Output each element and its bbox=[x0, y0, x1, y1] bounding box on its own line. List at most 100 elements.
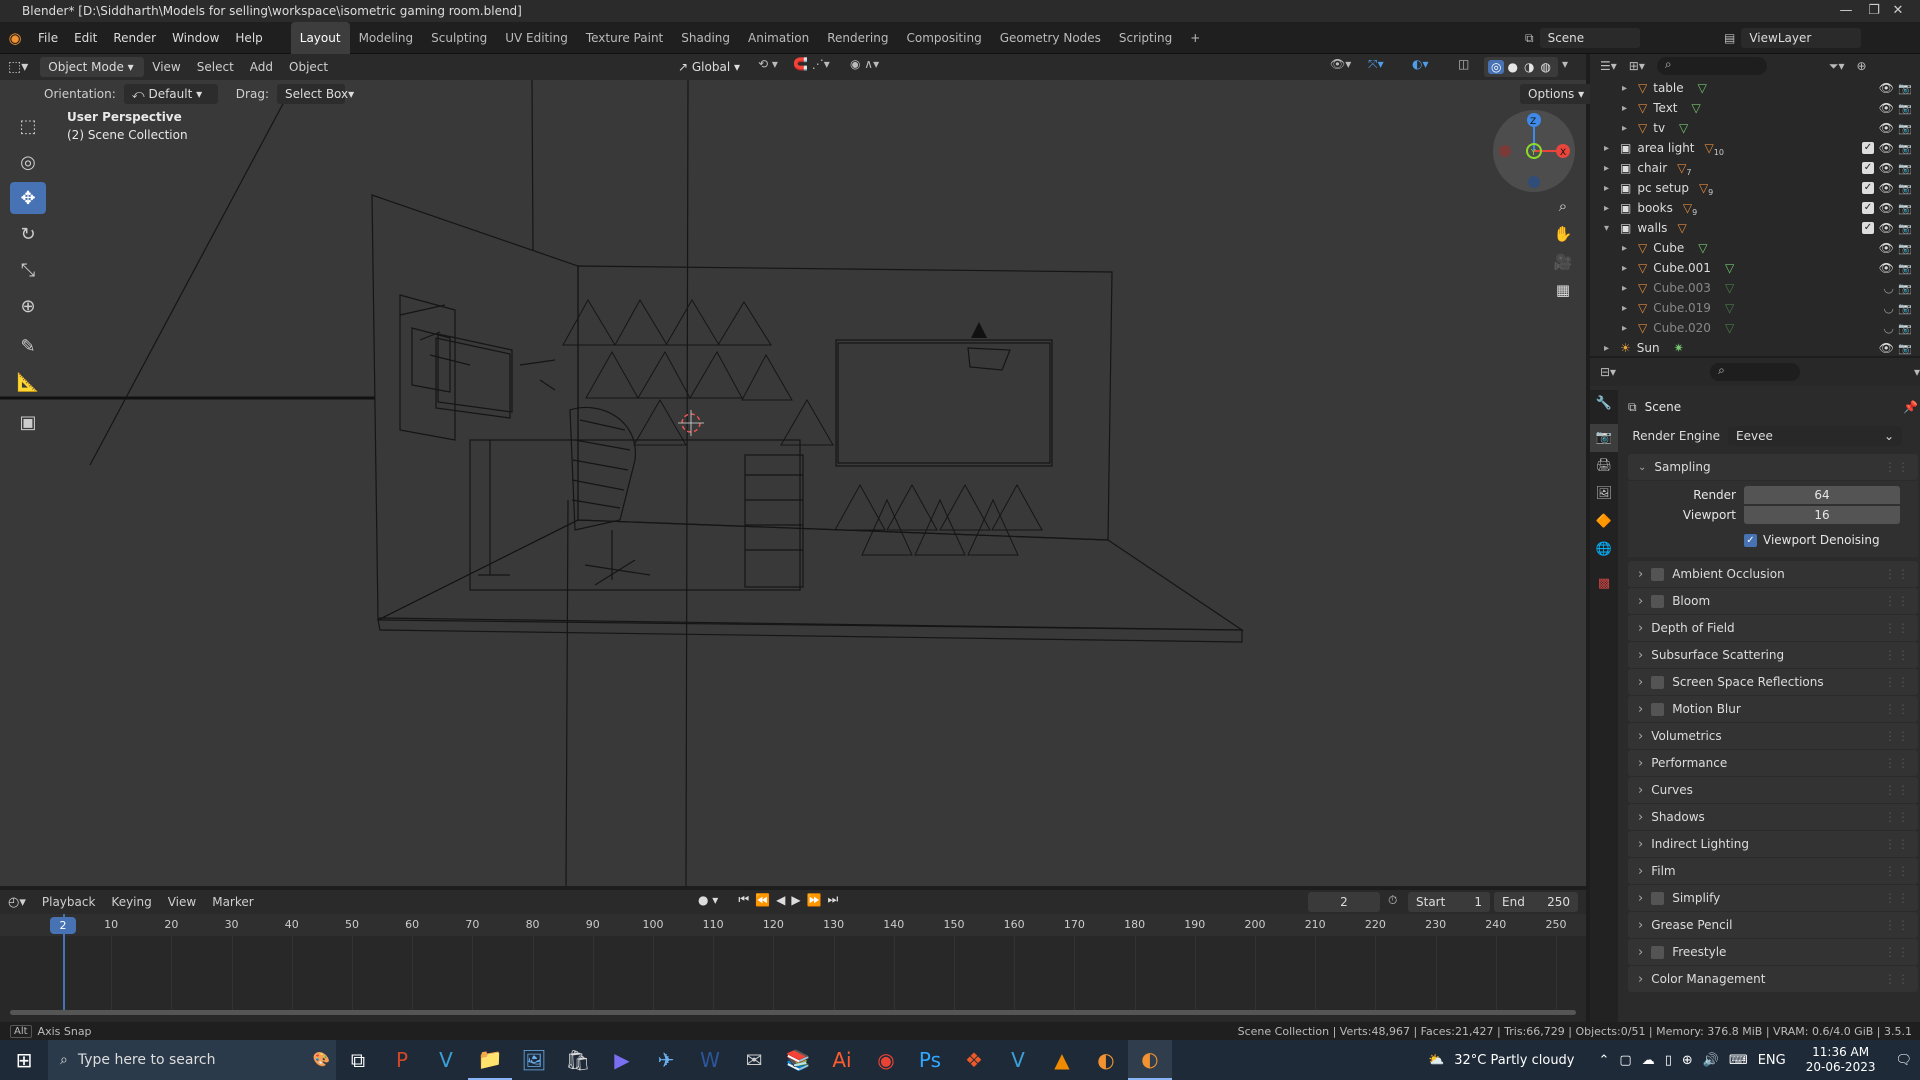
outliner-row[interactable]: ▸ ▣ chair ▽ 7 ✓ 👁 📷 bbox=[1590, 158, 1920, 178]
drag-grip-icon[interactable]: ⋮⋮ bbox=[1884, 972, 1910, 986]
xray-icon[interactable]: ◫ bbox=[1458, 57, 1469, 71]
tab-modeling[interactable]: Modeling bbox=[350, 22, 423, 54]
vectary-icon[interactable]: V bbox=[424, 1040, 468, 1080]
render-camera-icon[interactable]: 📷 bbox=[1898, 162, 1912, 175]
chevron-right-icon[interactable]: ▸ bbox=[1622, 243, 1632, 254]
properties-editor-icon[interactable]: ⊟▾ bbox=[1600, 365, 1616, 379]
chevron-right-icon[interactable]: ▸ bbox=[1604, 143, 1614, 154]
tab-uv-editing[interactable]: UV Editing bbox=[496, 22, 577, 54]
menu-edit[interactable]: Edit bbox=[66, 22, 105, 54]
filter-icon[interactable]: ⏷▾ bbox=[1829, 59, 1845, 74]
play-icon[interactable]: ▶ bbox=[791, 893, 800, 907]
task-view-icon[interactable]: ⧉ bbox=[336, 1040, 380, 1080]
timeline-menu-playback[interactable]: Playback bbox=[34, 895, 104, 909]
tab-geometry-nodes[interactable]: Geometry Nodes bbox=[991, 22, 1110, 54]
outliner-row[interactable]: ▸ ▽ table ▽ 👁 📷 bbox=[1590, 78, 1920, 98]
transform-tool-button[interactable]: ⊕ bbox=[10, 290, 46, 322]
sampling-panel-header[interactable]: ⌄ Sampling ⋮⋮ bbox=[1628, 454, 1918, 480]
panel-freestyle[interactable]: › Freestyle ⋮⋮ bbox=[1628, 939, 1918, 965]
video-editor-icon[interactable]: ▶ bbox=[600, 1040, 644, 1080]
panel-indirect-lighting[interactable]: › Indirect Lighting ⋮⋮ bbox=[1628, 831, 1918, 857]
render-camera-icon[interactable]: 📷 bbox=[1898, 122, 1912, 135]
tab-compositing[interactable]: Compositing bbox=[897, 22, 990, 54]
drag-grip-icon[interactable]: ⋮⋮ bbox=[1884, 783, 1910, 797]
menu-file[interactable]: File bbox=[30, 22, 66, 54]
render-camera-icon[interactable]: 📷 bbox=[1898, 202, 1912, 215]
exclude-checkbox[interactable]: ✓ bbox=[1862, 162, 1874, 174]
drag-grip-icon[interactable]: ⋮⋮ bbox=[1884, 648, 1910, 662]
shading-options-icon[interactable]: ▾ bbox=[1562, 57, 1568, 71]
render-camera-icon[interactable]: 📷 bbox=[1898, 262, 1912, 275]
snap-icon[interactable]: 🧲 ⋰▾ bbox=[793, 57, 830, 71]
preview-range-icon[interactable]: ⏱ bbox=[1388, 893, 1397, 908]
weather-icon[interactable]: ⛅ bbox=[1428, 1053, 1444, 1068]
timeline-area[interactable]: 10 20 30 40 50 60 70 80 90 100 110 120 130 140 150 160 1… bbox=[0, 914, 1586, 1030]
network-icon[interactable]: ⊕ bbox=[1682, 1053, 1693, 1068]
chevron-right-icon[interactable]: ▸ bbox=[1622, 263, 1632, 274]
outliner-row[interactable]: ▸ ▽ Cube.003 ▽ ◡ 📷 bbox=[1590, 278, 1920, 298]
mail-icon[interactable]: ✉ bbox=[732, 1040, 776, 1080]
photoshop-icon[interactable]: Ps bbox=[908, 1040, 952, 1080]
tab-animation[interactable]: Animation bbox=[739, 22, 818, 54]
panel-enable-checkbox[interactable] bbox=[1651, 891, 1665, 905]
word-icon[interactable]: W bbox=[688, 1040, 732, 1080]
render-engine-dropdown[interactable]: Eevee ⌄ bbox=[1728, 426, 1902, 446]
rendered-shading-icon[interactable]: ◍ bbox=[1537, 60, 1553, 74]
drag-grip-icon[interactable]: ⋮⋮ bbox=[1884, 891, 1910, 905]
eye-icon[interactable]: 👁 bbox=[1879, 101, 1894, 115]
mode-dropdown[interactable]: Object Mode ▾ bbox=[40, 57, 145, 77]
outliner-editor-icon[interactable]: ☰▾ bbox=[1600, 59, 1617, 73]
panel-curves[interactable]: › Curves ⋮⋮ bbox=[1628, 777, 1918, 803]
chevron-right-icon[interactable]: ▸ bbox=[1622, 323, 1632, 334]
3d-viewport[interactable]: User Perspective (2) Scene Collection Z … bbox=[0, 80, 1586, 886]
outliner-row[interactable]: ▸ ▽ Cube ▽ 👁 📷 bbox=[1590, 238, 1920, 258]
jump-keyframe-forward-icon[interactable]: ⏩ bbox=[807, 893, 822, 907]
chevron-down-icon[interactable]: ▾ bbox=[1604, 223, 1614, 234]
exclude-checkbox[interactable]: ✓ bbox=[1862, 202, 1874, 214]
record-icon[interactable]: ● ▾ bbox=[698, 893, 718, 907]
panel-enable-checkbox[interactable] bbox=[1651, 567, 1665, 581]
sketchup-icon[interactable]: ❖ bbox=[952, 1040, 996, 1080]
scale-tool-button[interactable]: ⤡ bbox=[10, 254, 46, 286]
outliner-row[interactable]: ▾ ▣ walls ▽ ✓ 👁 📷 bbox=[1590, 218, 1920, 238]
gizmo-toggle-icon[interactable]: ⤧▾ bbox=[1368, 57, 1384, 72]
viewport-denoising-checkbox[interactable]: ✓ bbox=[1744, 533, 1757, 547]
outliner-row[interactable]: ▸ ▽ tv ▽ 👁 📷 bbox=[1590, 118, 1920, 138]
tab-scripting[interactable]: Scripting bbox=[1110, 22, 1181, 54]
vlc-icon[interactable]: ▲ bbox=[1040, 1040, 1084, 1080]
blender-taskbar-icon[interactable]: ◐ bbox=[1084, 1040, 1128, 1080]
overlay-toggle-icon[interactable]: ◐▾ bbox=[1412, 57, 1429, 71]
drag-grip-icon[interactable]: ⋮⋮ bbox=[1884, 621, 1910, 635]
add-workspace-button[interactable]: + bbox=[1181, 22, 1209, 54]
powerpoint-icon[interactable]: P bbox=[380, 1040, 424, 1080]
exclude-checkbox[interactable]: ✓ bbox=[1862, 182, 1874, 194]
orientation-dropdown[interactable]: ⤺ Default ▾ bbox=[123, 84, 218, 104]
chevron-right-icon[interactable]: ▸ bbox=[1622, 83, 1632, 94]
panel-enable-checkbox[interactable] bbox=[1651, 675, 1665, 689]
exclude-checkbox[interactable]: ✓ bbox=[1862, 142, 1874, 154]
camera-view-icon[interactable]: 🎥 bbox=[1549, 248, 1577, 276]
panel-screen-space-reflections[interactable]: › Screen Space Reflections ⋮⋮ bbox=[1628, 669, 1918, 695]
language-indicator[interactable]: ENG bbox=[1758, 1053, 1786, 1068]
pivot-icon[interactable]: ⟲ ▾ bbox=[758, 57, 778, 71]
scene-tab-icon[interactable]: 🔶 bbox=[1590, 508, 1618, 536]
windows-start-icon[interactable]: ⊞ bbox=[0, 1040, 48, 1080]
tray-app-icon[interactable]: ▢ bbox=[1619, 1053, 1631, 1068]
hidden-eye-icon[interactable]: ◡ bbox=[1884, 321, 1894, 335]
app-icon[interactable]: ✈ bbox=[644, 1040, 688, 1080]
viewport-menu-select[interactable]: Select bbox=[189, 60, 242, 74]
outliner-row[interactable]: ▸ ▣ pc setup ▽ 9 ✓ 👁 📷 bbox=[1590, 178, 1920, 198]
panel-performance[interactable]: › Performance ⋮⋮ bbox=[1628, 750, 1918, 776]
visibility-icon[interactable]: 👁▾ bbox=[1330, 57, 1351, 71]
panel-color-management[interactable]: › Color Management ⋮⋮ bbox=[1628, 966, 1918, 992]
drag-grip-icon[interactable]: ⋮⋮ bbox=[1884, 702, 1910, 716]
panel-film[interactable]: › Film ⋮⋮ bbox=[1628, 858, 1918, 884]
vectary-2-icon[interactable]: V bbox=[996, 1040, 1040, 1080]
tab-shading[interactable]: Shading bbox=[672, 22, 739, 54]
panel-shadows[interactable]: › Shadows ⋮⋮ bbox=[1628, 804, 1918, 830]
eye-icon[interactable]: 👁 bbox=[1879, 141, 1894, 155]
timeline-menu-view[interactable]: View bbox=[160, 895, 204, 909]
blender-active-icon[interactable]: ◐ bbox=[1128, 1040, 1172, 1080]
render-camera-icon[interactable]: 📷 bbox=[1898, 242, 1912, 255]
notifications-icon[interactable]: 🗨 bbox=[1895, 1053, 1912, 1068]
